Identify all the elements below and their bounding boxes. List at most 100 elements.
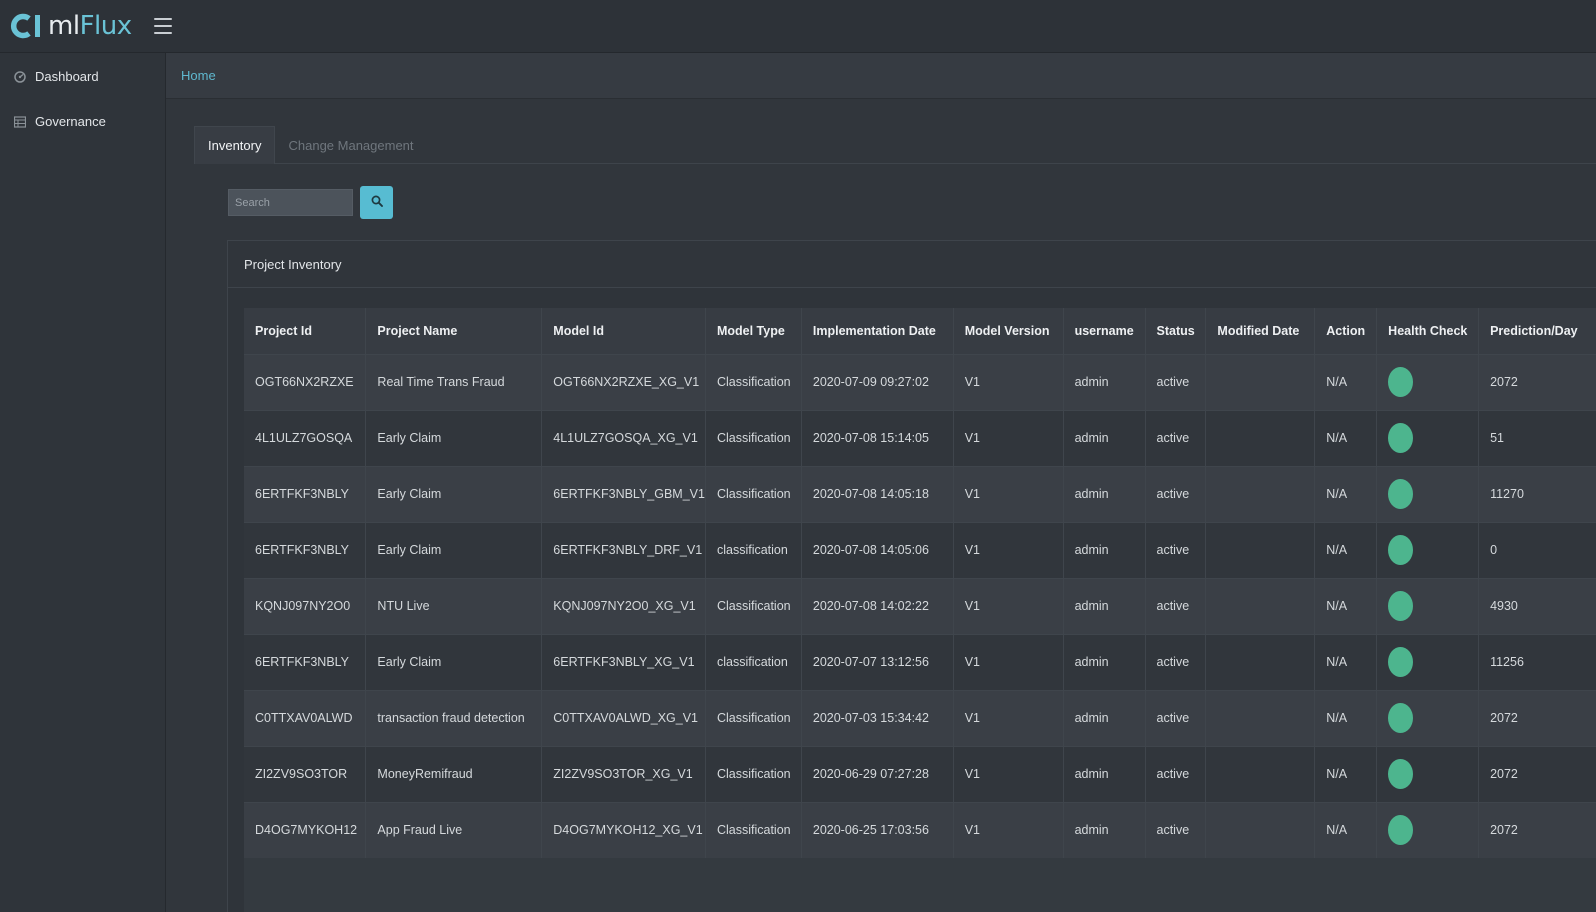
- health-status-indicator: [1388, 367, 1414, 397]
- cell-model-id: D4OG7MYKOH12_XG_V1: [541, 801, 706, 858]
- column-header-username[interactable]: username: [1063, 308, 1146, 354]
- cell-model-type: Classification: [705, 409, 802, 466]
- cell-model-id: 6ERTFKF3NBLY_XG_V1: [541, 633, 706, 690]
- cell-action: N/A: [1314, 353, 1378, 410]
- cell-model-type: Classification: [705, 801, 802, 858]
- cell-project-id: D4OG7MYKOH12: [244, 801, 367, 858]
- cell-project-name: Early Claim: [365, 521, 543, 578]
- search-icon: [371, 195, 383, 210]
- cell-health-check: [1376, 521, 1480, 578]
- column-header-model-id[interactable]: Model Id: [541, 308, 706, 354]
- cell-implementation-date: 2020-07-03 15:34:42: [801, 689, 954, 746]
- health-status-indicator: [1388, 591, 1414, 621]
- cell-modified-date: [1205, 465, 1316, 522]
- breadcrumb-home-link[interactable]: Home: [181, 68, 216, 83]
- column-header-modified-date[interactable]: Modified Date: [1205, 308, 1316, 354]
- cell-action: N/A: [1314, 577, 1378, 634]
- sidebar-item-dashboard[interactable]: Dashboard: [0, 54, 165, 99]
- health-status-indicator: [1388, 479, 1414, 509]
- cell-project-id: 6ERTFKF3NBLY: [244, 521, 367, 578]
- sidebar: Dashboard Governance: [0, 53, 166, 912]
- table-row[interactable]: 6ERTFKF3NBLY Early Claim 6ERTFKF3NBLY_GBM_…: [244, 465, 1596, 522]
- cell-project-id: OGT66NX2RZXE: [244, 353, 367, 410]
- column-header-action[interactable]: Action: [1314, 308, 1378, 354]
- column-header-implementation-date[interactable]: Implementation Date: [801, 308, 954, 354]
- column-header-model-type[interactable]: Model Type: [705, 308, 802, 354]
- cell-model-id: C0TTXAV0ALWD_XG_V1: [541, 689, 706, 746]
- column-header-health-check[interactable]: Health Check: [1376, 308, 1480, 354]
- cell-action: N/A: [1314, 633, 1378, 690]
- logo-mark-icon: [10, 11, 44, 41]
- cell-implementation-date: 2020-06-25 17:03:56: [801, 801, 954, 858]
- cell-model-version: V1: [953, 409, 1064, 466]
- cell-status: active: [1145, 801, 1207, 858]
- cell-health-check: [1376, 745, 1480, 802]
- cell-action: N/A: [1314, 689, 1378, 746]
- app-name-part2: Flux: [79, 11, 133, 41]
- search-input[interactable]: [228, 189, 353, 216]
- table-row[interactable]: 6ERTFKF3NBLY Early Claim 6ERTFKF3NBLY_XG_V…: [244, 633, 1596, 690]
- cell-model-version: V1: [953, 577, 1064, 634]
- cell-modified-date: [1205, 801, 1316, 858]
- tab-change-management[interactable]: Change Management: [275, 126, 426, 164]
- cell-project-id: KQNJ097NY2O0: [244, 577, 367, 634]
- cell-model-version: V1: [953, 465, 1064, 522]
- search-button[interactable]: [360, 186, 393, 219]
- column-header-prediction-per-day[interactable]: Prediction/Day: [1478, 308, 1596, 354]
- cell-status: active: [1145, 409, 1207, 466]
- cell-health-check: [1376, 689, 1480, 746]
- cell-model-version: V1: [953, 801, 1064, 858]
- cell-project-name: Real Time Trans Fraud: [365, 353, 543, 410]
- cell-username: admin: [1063, 745, 1146, 802]
- app-logo[interactable]: mlFlux: [10, 0, 132, 53]
- cell-model-version: V1: [953, 521, 1064, 578]
- sidebar-item-label: Governance: [35, 114, 106, 129]
- cell-prediction-per-day: 2072: [1478, 689, 1596, 746]
- cell-username: admin: [1063, 521, 1146, 578]
- cell-model-version: V1: [953, 689, 1064, 746]
- cell-status: active: [1145, 745, 1207, 802]
- tab-inventory[interactable]: Inventory: [194, 126, 276, 164]
- table-row[interactable]: D4OG7MYKOH12 App Fraud Live D4OG7MYKOH12_X…: [244, 801, 1596, 858]
- cell-modified-date: [1205, 633, 1316, 690]
- table-row[interactable]: 6ERTFKF3NBLY Early Claim 6ERTFKF3NBLY_DRF_…: [244, 521, 1596, 578]
- table-row[interactable]: OGT66NX2RZXE Real Time Trans Fraud OGT66NX…: [244, 353, 1596, 410]
- inventory-table: Project Id Project Name Model Id Model Type…: [244, 308, 1596, 858]
- health-status-indicator: [1388, 703, 1414, 733]
- cell-model-type: Classification: [705, 577, 802, 634]
- cell-prediction-per-day: 11270: [1478, 465, 1596, 522]
- column-header-status[interactable]: Status: [1145, 308, 1207, 354]
- app-name-part1: ml: [48, 11, 80, 41]
- cell-project-id: C0TTXAV0ALWD: [244, 689, 367, 746]
- column-header-project-id[interactable]: Project Id: [244, 308, 367, 354]
- cell-implementation-date: 2020-07-08 14:02:22: [801, 577, 954, 634]
- cell-username: admin: [1063, 801, 1146, 858]
- health-status-indicator: [1388, 423, 1414, 453]
- cell-action: N/A: [1314, 409, 1378, 466]
- column-header-project-name[interactable]: Project Name: [365, 308, 543, 354]
- breadcrumb: Home: [166, 53, 1596, 99]
- table-row[interactable]: 4L1ULZ7GOSQA Early Claim 4L1ULZ7GOSQA_XG_V…: [244, 409, 1596, 466]
- table-row[interactable]: C0TTXAV0ALWD transaction fraud detection C…: [244, 689, 1596, 746]
- table-row[interactable]: KQNJ097NY2O0 NTU Live KQNJ097NY2O0_XG_V1 Cl…: [244, 577, 1596, 634]
- cell-project-name: transaction fraud detection: [365, 689, 543, 746]
- cell-modified-date: [1205, 353, 1316, 410]
- sidebar-item-label: Dashboard: [35, 69, 99, 84]
- health-status-indicator: [1388, 815, 1414, 846]
- cell-username: admin: [1063, 353, 1146, 410]
- project-inventory-panel: Project Inventory Project Id Project Name…: [227, 240, 1596, 912]
- cell-prediction-per-day: 11256: [1478, 633, 1596, 690]
- sidebar-item-governance[interactable]: Governance: [0, 99, 165, 144]
- cell-model-type: Classification: [705, 353, 802, 410]
- cell-project-name: MoneyRemifraud: [365, 745, 543, 802]
- column-header-model-version[interactable]: Model Version: [953, 308, 1064, 354]
- menu-toggle-icon[interactable]: [153, 18, 172, 34]
- cell-health-check: [1376, 633, 1480, 690]
- cell-model-id: 6ERTFKF3NBLY_DRF_V1: [541, 521, 706, 578]
- table-row[interactable]: ZI2ZV9SO3TOR MoneyRemifraud ZI2ZV9SO3TOR_X…: [244, 745, 1596, 802]
- cell-status: active: [1145, 521, 1207, 578]
- cell-model-version: V1: [953, 745, 1064, 802]
- cell-health-check: [1376, 801, 1480, 858]
- cell-username: admin: [1063, 409, 1146, 466]
- cell-model-version: V1: [953, 353, 1064, 410]
